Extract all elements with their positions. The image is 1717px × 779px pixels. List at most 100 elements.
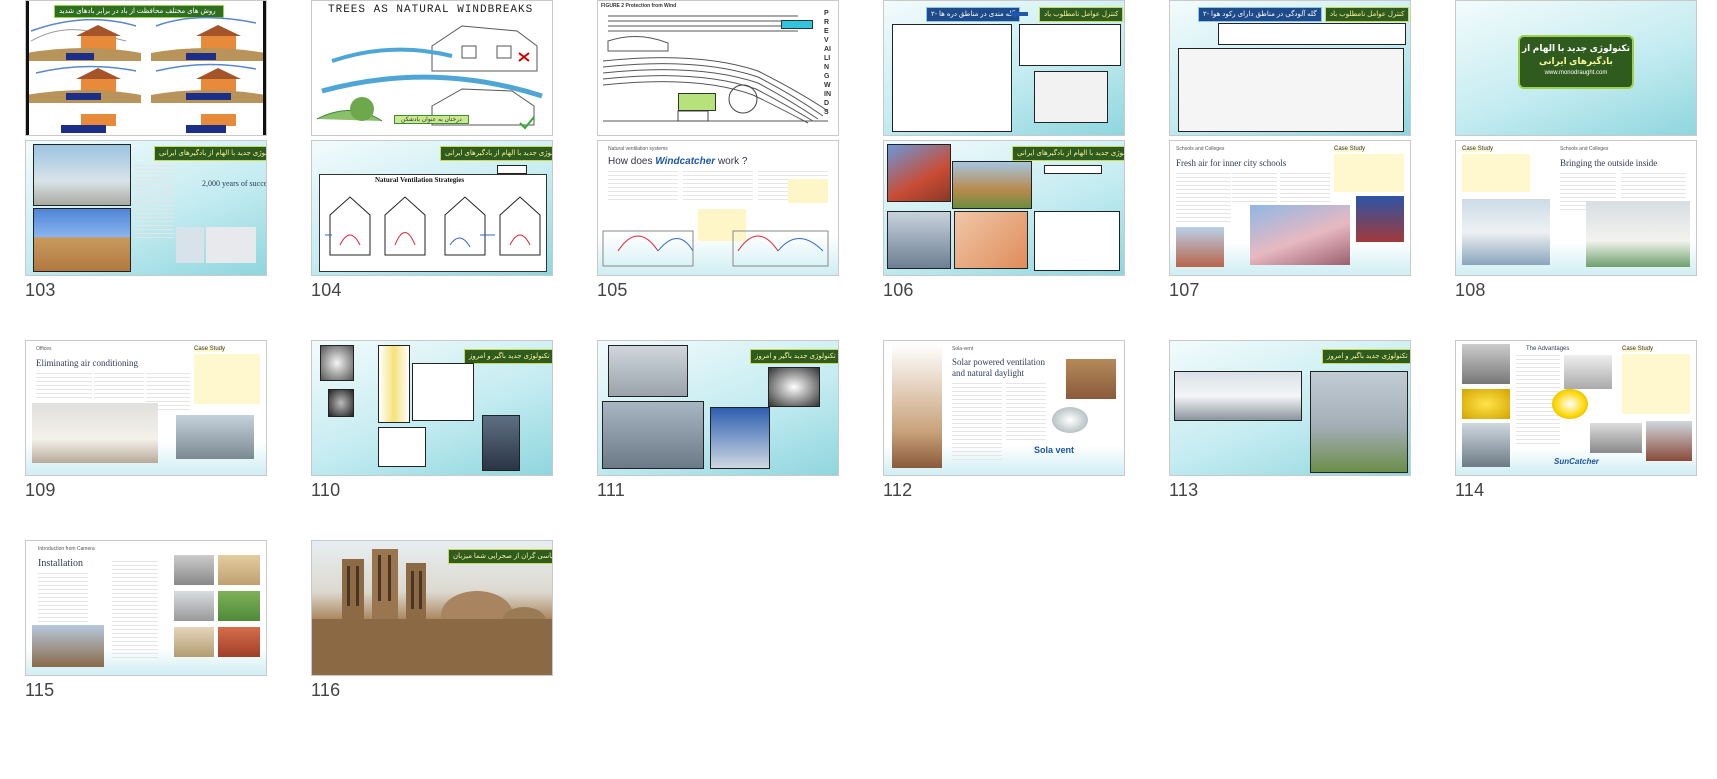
slide-banner-secondary: ۲- گله آلودگی در مناطق دارای رکود هوا: [1198, 7, 1322, 22]
slide-kicker: Introduction from Camera: [38, 546, 95, 552]
slide-thumbnail-100[interactable]: کنترل عوامل نامطلوب باد ۲- گله مندی در م…: [883, 0, 1125, 162]
arrow-shaft: [1016, 12, 1028, 16]
slide-preview: تکنولوژی جدید باگیر و امروز: [1169, 340, 1411, 476]
slide-thumbnail-106[interactable]: تکنولوژی جدید با الهام از بادگیرهای ایرا…: [883, 138, 1125, 338]
slide-thumbnail-104[interactable]: تکنولوژی جدید با الهام از بادگیرهای ایرا…: [311, 138, 553, 338]
roof-photo-5: [174, 627, 214, 657]
slide-preview: کنترل عوامل نامطلوب باد ۲- گله مندی در م…: [883, 0, 1125, 136]
case-study-box: [194, 354, 260, 404]
office-photo: [32, 403, 158, 463]
slide-thumbnail-103[interactable]: تکنولوژی جدید با الهام از بادگیرهای ایرا…: [25, 138, 267, 338]
vertical-label: PREVAILING WINDS: [824, 10, 831, 116]
slide-thumbnail-109[interactable]: Offices Eliminating air conditioning Cas…: [25, 338, 267, 538]
slide-thumbnail-116[interactable]: سیاسی گران از صحرایی شما میزبان 116: [311, 538, 553, 738]
slide-preview: تکنولوژی جدید باگیر و امروز: [597, 340, 839, 476]
slide-preview: Natural ventilation systems How does Win…: [597, 140, 839, 276]
arrow-left-icon: [1008, 10, 1016, 18]
slide-banner: تکنولوژی جدید باگیر و امروز: [1322, 349, 1410, 364]
slide-thumbnail-101[interactable]: کنترل عوامل نامطلوب باد ۲- گله آلودگی در…: [1169, 0, 1411, 162]
building-photo: [952, 161, 1032, 209]
roof-photo-1: [174, 555, 214, 585]
slide-thumbnail-110[interactable]: تکنولوژی جدید باگیر و امروز 110: [311, 338, 553, 538]
slide-title: Installation: [38, 558, 83, 569]
installation-photo: [32, 625, 104, 667]
slide-number: 108: [1455, 280, 1486, 300]
slide-preview: Introduction from Camera Installation: [25, 540, 267, 676]
case-study-box: [1334, 154, 1404, 192]
text-column: [134, 165, 174, 241]
slide-preview: Offices Eliminating air conditioning Cas…: [25, 340, 267, 476]
rooftop-array-photo: [1310, 371, 1408, 473]
slide-label-bottom: [678, 93, 716, 111]
slide-banner-secondary: ۲- گله مندی در مناطق دره ها: [926, 7, 1021, 22]
roof-photo-6: [218, 627, 260, 657]
slide-kicker: The Advantages: [1526, 346, 1570, 352]
slide-number: 114: [1455, 480, 1485, 500]
title-box: تکنولوژی جدید با الهام از بادگیرهای ایرا…: [1518, 35, 1634, 89]
ceiling-photo: [768, 367, 820, 407]
roof-photo-3: [174, 591, 214, 621]
product-brand: Sola vent: [1034, 445, 1075, 455]
slide-number: 110: [311, 480, 341, 500]
slide-preview: روش های مختلف محافظت از باد در برابر باد…: [25, 0, 267, 136]
product-photo: [1462, 344, 1510, 384]
slide-thumbnail-113[interactable]: تکنولوژی جدید باگیر و امروز 113: [1169, 338, 1411, 538]
sketch-image: [892, 24, 1012, 132]
section-diagram: [412, 363, 474, 421]
unit-photo: [1174, 371, 1302, 421]
slide-number: 103: [25, 280, 56, 300]
slide-thumbnail-111[interactable]: تکنولوژی جدید باگیر و امروز 111: [597, 338, 839, 538]
slide-thumbnail-112[interactable]: Sola-vent Solar powered ventilation and …: [883, 338, 1125, 538]
slide-number: 115: [25, 680, 55, 700]
slide-number: 106: [883, 280, 914, 300]
sketch-drawing: [1034, 211, 1120, 271]
diagram-panel: Natural Ventilation Strategies: [319, 174, 547, 272]
tower-photo: [887, 211, 951, 269]
unit-photo: [608, 345, 688, 397]
text-column: [36, 373, 92, 399]
slide-sorter-grid: روش های مختلف محافظت از باد در برابر باد…: [25, 0, 1697, 738]
slide-thumbnail-98[interactable]: TREES AS NATURAL WINDBREAKS درختان به عن…: [311, 0, 553, 162]
sub-banner: [497, 165, 527, 174]
text-column: [1280, 173, 1330, 203]
school-photo: [1176, 227, 1224, 267]
slide-banner: کنترل عوامل نامطلوب باد: [1039, 7, 1124, 22]
slide-preview: تکنولوژی جدید باگیر و امروز: [311, 340, 553, 476]
slide-number: 109: [25, 480, 56, 500]
slide-preview: کنترل عوامل نامطلوب باد ۲- گله آلودگی در…: [1169, 0, 1411, 136]
windtower-photo: [33, 208, 131, 272]
slide-thumbnail-108[interactable]: Case Study Schools and Colleges Bringing…: [1455, 138, 1697, 338]
slide-kicker: Schools and Colleges: [1176, 146, 1225, 152]
slide-preview: تکنولوژی جدید با الهام از بادگیرهای ایرا…: [25, 140, 267, 276]
slide-thumbnail-114[interactable]: The Advantages Case Study SunCatcher 114: [1455, 338, 1697, 538]
slide-thumbnail-99[interactable]: FIGURE 2 Protection from Wind PREVAILING: [597, 0, 839, 162]
slide-banner: تکنولوژی جدید باگیر و امروز: [750, 349, 838, 364]
airflow-diagram: [602, 230, 829, 267]
slide-thumbnail-105[interactable]: Natural ventilation systems How does Win…: [597, 138, 839, 338]
slide-number: 113: [1169, 480, 1199, 500]
text-column: [1006, 383, 1046, 443]
tower-photo: [482, 415, 520, 471]
slide-title: Eliminating air conditioning: [36, 358, 138, 368]
roof-photo-2: [218, 555, 260, 585]
tower-photo-medium: [206, 227, 256, 263]
text-column: [1176, 173, 1231, 223]
rooftop-photo: [1646, 421, 1692, 461]
slide-thumbnail-97[interactable]: روش های مختلف محافظت از باد در برابر باد…: [25, 0, 267, 162]
slide-kicker: Offices: [36, 346, 52, 352]
text-box: [1019, 24, 1121, 66]
case-study-box: [1462, 154, 1530, 192]
slide-number: 111: [597, 480, 625, 500]
slide-preview: The Advantages Case Study SunCatcher: [1455, 340, 1697, 476]
slide-thumbnail-102[interactable]: تکنولوژی جدید با الهام از بادگیرهای ایرا…: [1455, 0, 1697, 162]
slope-image: [1034, 71, 1108, 123]
vent-product: [1052, 407, 1088, 433]
rooftop-photo: [176, 415, 254, 459]
slide-thumbnail-115[interactable]: Introduction from Camera Installation 11…: [25, 538, 267, 738]
tower-photo-small: [176, 227, 204, 263]
slide-caption: درختان به عنوان بادشکن: [394, 115, 469, 124]
slide-preview: Sola-vent Solar powered ventilation and …: [883, 340, 1125, 476]
case-study-label: Case Study: [1462, 146, 1494, 152]
lens-photo: [1552, 389, 1588, 419]
slide-thumbnail-107[interactable]: Schools and Colleges Fresh air for inner…: [1169, 138, 1411, 338]
